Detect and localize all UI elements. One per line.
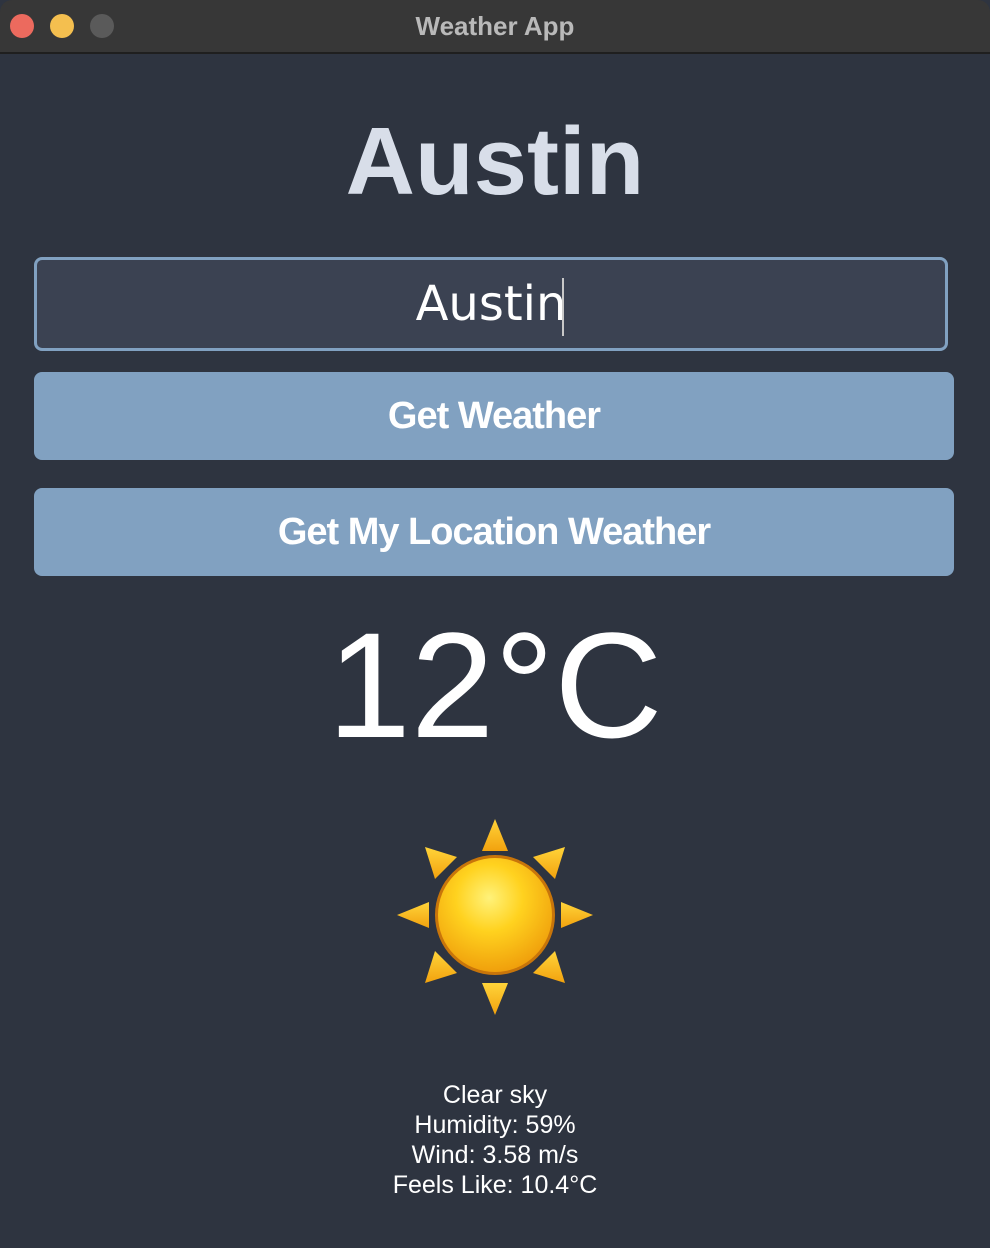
get-weather-button[interactable]: Get Weather <box>34 372 954 460</box>
app-window: Weather App Austin Get Weather Get My Lo… <box>0 0 990 1248</box>
text-caret <box>562 278 564 336</box>
wind-text: Wind: 3.58 m/s <box>411 1141 579 1169</box>
city-search-input[interactable] <box>34 257 948 351</box>
title-bar: Weather App <box>0 0 990 54</box>
get-location-weather-button[interactable]: Get My Location Weather <box>34 488 954 576</box>
city-heading: Austin <box>345 108 645 215</box>
humidity-text: Humidity: 59% <box>414 1111 576 1139</box>
weather-description: Clear sky <box>442 1081 548 1109</box>
feels-like-text: Feels Like: 10.4°C <box>392 1171 598 1199</box>
sun-icon <box>397 819 593 1015</box>
window-title: Weather App <box>415 11 575 41</box>
temperature-display: 12°C <box>327 601 663 769</box>
weather-details: Clear sky Humidity: 59% Wind: 3.58 m/s F… <box>0 1080 990 1200</box>
